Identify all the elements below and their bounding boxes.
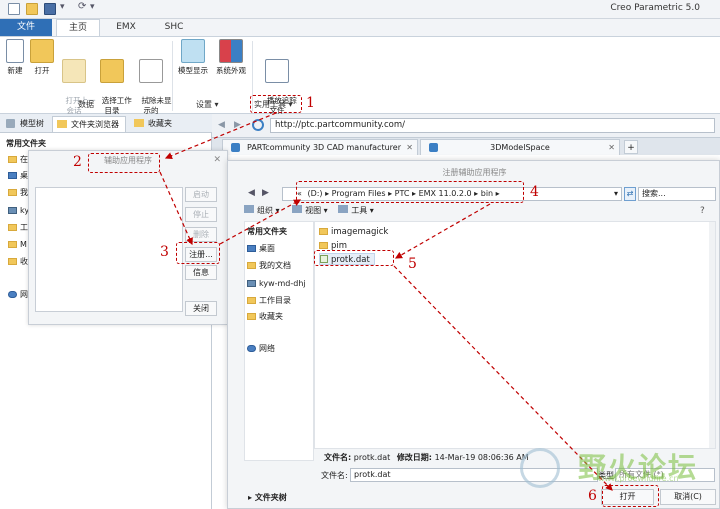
arrow-3-to-4 <box>219 199 302 245</box>
watermark-logo-icon <box>520 448 560 488</box>
watermark-url: www.proewildfire.cn <box>598 474 679 483</box>
arrow-2-to-3 <box>159 171 193 246</box>
arrow-4-to-5 <box>394 203 491 259</box>
annotation-arrows <box>159 112 613 491</box>
arrow-1-to-2 <box>164 112 277 160</box>
